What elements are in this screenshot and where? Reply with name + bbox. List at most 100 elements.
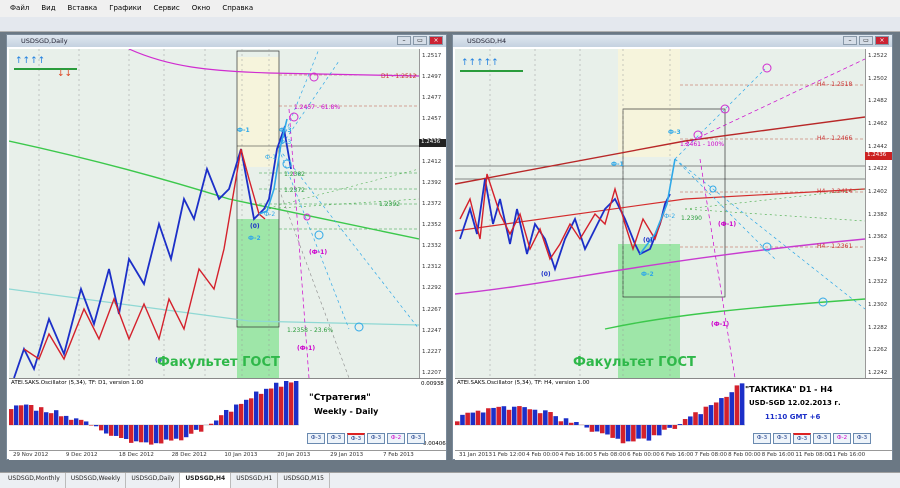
label-phim1: (Ф-1) — [309, 249, 328, 256]
chart-window-daily[interactable]: USDSGD,Daily – ▭ × ↑↑↑↑ ↓↓ Ф-1 Ф-3 Ф-1 Ф… — [6, 34, 447, 460]
osc-bar — [44, 412, 49, 425]
osc-bar — [636, 425, 641, 439]
nav-button[interactable]: Ф-3 — [773, 433, 791, 444]
osc-bar — [189, 425, 194, 434]
nav-button[interactable]: Ф-3 — [853, 433, 871, 444]
nav-button[interactable]: Ф-3 — [813, 433, 831, 444]
osc-bar — [724, 396, 729, 425]
minimize-button[interactable]: – — [397, 36, 411, 45]
price-plot[interactable]: ↑↑↑↑↑ Ф-1 Ф-3 Ф-2 Ф-2 (0) (0) (Ф-1) (Ф-1… — [455, 49, 865, 378]
osc-bar — [698, 414, 703, 425]
price-tick-label: 1.2392 — [422, 179, 442, 186]
close-button[interactable]: × — [429, 36, 443, 45]
current-price-tag: 1.2436 — [419, 139, 446, 147]
tab-h1[interactable]: USDSGD,H1 — [231, 473, 279, 488]
nav-button[interactable]: Ф-3 — [367, 433, 385, 444]
osc-bar — [548, 412, 553, 425]
minimize-button[interactable]: – — [843, 36, 857, 45]
price-tick-label: 1.2402 — [868, 188, 888, 195]
label-phi2: Ф-2 — [641, 271, 654, 278]
date-tick-label: 28 Dec 2012 — [171, 452, 207, 458]
osc-bar — [708, 405, 714, 425]
nav-button[interactable]: Ф-3 — [407, 433, 425, 444]
osc-bar — [667, 425, 672, 428]
nav-button[interactable]: Ф-3 — [307, 433, 325, 444]
level-line-label: H4 - 1.2466 — [817, 135, 853, 142]
menu-view[interactable]: Вид — [35, 4, 61, 12]
tab-daily[interactable]: USDSGD,Daily — [126, 473, 181, 488]
close-button[interactable]: × — [875, 36, 889, 45]
osc-bar — [600, 425, 605, 434]
label-zero2: (0) — [541, 271, 551, 278]
restore-button[interactable]: ▭ — [413, 36, 427, 45]
chart-window-h4[interactable]: USDSGD,H4 – ▭ × ↑↑↑↑↑ Ф-1 Ф-3 Ф-2 Ф-2 (0… — [452, 34, 893, 460]
osc-bar — [677, 424, 683, 425]
osc-bar — [729, 392, 735, 425]
label-phi2b: Ф-2 — [664, 213, 676, 220]
tab-h4[interactable]: USDSGD,H4 — [180, 473, 232, 488]
price-tick-label: 1.2267 — [422, 306, 442, 313]
osc-bar — [511, 406, 517, 425]
menu-charts[interactable]: Графики — [103, 4, 147, 12]
oscillator-panel[interactable]: ATEI.SAKS.Oscillator (5,34), TF: D1, ver… — [9, 378, 446, 450]
date-tick-label: 6 Feb 00:00 — [627, 452, 660, 458]
tab-monthly[interactable]: USDSGD,Monthly — [3, 473, 66, 488]
nav-button[interactable]: Ф-2 — [387, 433, 405, 444]
price-tick-label: 1.2497 — [422, 74, 442, 81]
menu-file[interactable]: Файл — [4, 4, 35, 12]
ma-green — [9, 140, 419, 240]
menu-window[interactable]: Окно — [186, 4, 217, 12]
price-tick-label: 1.2242 — [868, 370, 888, 376]
date-tick-label: 9 Dec 2012 — [65, 452, 98, 458]
ma-cyan — [9, 288, 419, 326]
price-tick-label: 1.2362 — [868, 234, 888, 241]
osc-bar — [584, 425, 590, 428]
osc-bar — [94, 425, 99, 427]
osc-bar — [59, 416, 64, 425]
nav-button[interactable]: Ф-3 — [793, 433, 811, 444]
menu-insert[interactable]: Вставка — [62, 4, 104, 12]
osc-bar — [219, 415, 224, 425]
level-line-label: H4 - 1.2361 — [817, 243, 853, 250]
osc-bar — [294, 381, 299, 425]
osc-bar — [662, 425, 667, 430]
osc-bar — [713, 402, 719, 425]
osc-bar — [455, 421, 460, 425]
menu-help[interactable]: Справка — [216, 4, 259, 12]
osc-bar — [34, 410, 39, 425]
osc-bar — [179, 425, 184, 441]
menu-tools[interactable]: Сервис — [148, 4, 186, 12]
watermark: Факультет ГОСТ — [157, 355, 280, 370]
tab-m15[interactable]: USDSGD,M15 — [278, 473, 330, 488]
level-line-label: 1.2457 - 61.8% — [294, 104, 341, 111]
restore-button[interactable]: ▭ — [859, 36, 873, 45]
level-line-label: 1.2390 — [681, 215, 702, 222]
osc-bar — [693, 412, 698, 425]
level-line-label: 1.2392 — [379, 201, 400, 208]
osc-bar — [672, 425, 678, 429]
osc-bar — [719, 398, 724, 425]
osc-bar — [517, 406, 522, 425]
strategy-title: "Стратегия" — [309, 393, 371, 403]
osc-bar — [9, 409, 14, 425]
price-plot[interactable]: ↑↑↑↑ ↓↓ Ф-1 Ф-3 Ф-1 Ф-3 Ф-2 (0) Ф-2 (Ф-1… — [9, 49, 419, 378]
price-tick-label: 1.2332 — [422, 243, 442, 250]
date-tick-label: 31 Jan 2013 — [459, 452, 492, 458]
osc-bar — [501, 406, 507, 425]
price-tick-label: 1.2412 — [422, 158, 442, 165]
window-title-text: USDSGD,H4 — [467, 37, 507, 45]
nav-button[interactable]: Ф-3 — [753, 433, 771, 444]
window-title: USDSGD,H4 — [453, 35, 892, 47]
nav-button[interactable]: Ф-3 — [327, 433, 345, 444]
osc-bar — [279, 386, 284, 425]
tab-weekly[interactable]: USDSGD,Weekly — [66, 473, 127, 488]
oscillator-panel[interactable]: ATEI.SAKS.Oscillator (5,34), TF: H4, ver… — [455, 378, 892, 450]
osc-bar — [234, 404, 239, 425]
nav-button[interactable]: Ф-2 — [833, 433, 851, 444]
osc-bar — [625, 425, 631, 442]
date-tick-label: 18 Dec 2012 — [118, 452, 154, 458]
nav-button[interactable]: Ф-3 — [347, 433, 365, 444]
label-phim1b: (Ф-1) — [711, 321, 730, 328]
label-phi3: Ф-3 — [668, 129, 681, 136]
osc-bar — [229, 411, 234, 425]
